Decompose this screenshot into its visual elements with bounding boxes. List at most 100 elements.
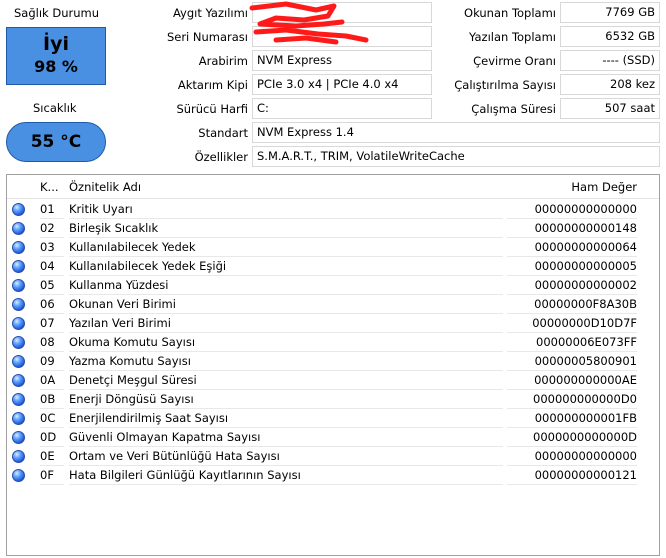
transfer-mode-field: PCIe 3.0 x4 | PCIe 4.0 x4	[252, 74, 432, 95]
attribute-name: Yazma Komutu Sayısı	[69, 352, 503, 371]
temperature-label: Sıcaklık	[33, 101, 77, 115]
table-row[interactable]: 09 Yazma Komutu Sayısı 00000005800901	[7, 352, 659, 371]
power-on-hours-label: Çalışma Süresi	[471, 102, 556, 116]
attribute-id: 08	[40, 333, 64, 352]
attribute-name: Hata Bilgileri Günlüğü Kayıtlarının Sayı…	[69, 466, 503, 485]
attribute-id: 02	[40, 219, 64, 238]
attribute-id: 0C	[40, 409, 64, 428]
status-orb-icon	[12, 412, 25, 425]
standard-field: NVM Express 1.4	[252, 122, 660, 143]
table-row[interactable]: 0C Enerjilendirilmiş Saat Sayısı 000000000…	[7, 409, 659, 428]
power-on-count-field: 208 kez	[560, 74, 660, 95]
drive-letter-field: C:	[252, 98, 432, 119]
attribute-raw-value: 00000000000121	[507, 466, 637, 485]
rotation-rate-label: Çevirme Oranı	[473, 54, 556, 68]
rotation-rate-field: ---- (SSD)	[560, 50, 660, 71]
table-row[interactable]: 0A Denetçi Meşgul Süresi 000000000000AE	[7, 371, 659, 390]
status-orb-icon	[12, 450, 25, 463]
attribute-raw-value: 0000000000000D	[507, 428, 637, 447]
health-status-box[interactable]: İyi 98 %	[6, 27, 106, 85]
table-row[interactable]: 08 Okuma Komutu Sayısı 00000006E073FF	[7, 333, 659, 352]
attribute-raw-value: 00000000000064	[507, 238, 637, 257]
attribute-raw-value: 000000000000AE	[507, 371, 637, 390]
column-header-id[interactable]: K...	[40, 175, 59, 199]
attribute-raw-value: 00000000F8A30B	[507, 295, 637, 314]
interface-label: Arabirim	[198, 54, 248, 68]
temperature-box[interactable]: 55 °C	[6, 122, 106, 162]
standard-label: Standart	[198, 126, 248, 140]
column-header-attribute-name[interactable]: Öznitelik Adı	[69, 175, 141, 199]
attribute-name: Okunan Veri Birimi	[69, 295, 503, 314]
table-row[interactable]: 04 Kullanılabilecek Yedek Eşiği 0000000000…	[7, 257, 659, 276]
table-row[interactable]: 07 Yazılan Veri Birimi 00000000D10D7F	[7, 314, 659, 333]
attribute-name: Kullanma Yüzdesi	[69, 276, 503, 295]
host-writes-label: Yazılan Toplamı	[469, 30, 556, 44]
status-orb-icon	[12, 203, 25, 216]
attribute-name: Ortam ve Veri Bütünlüğü Hata Sayısı	[69, 447, 503, 466]
health-status: İyi	[43, 33, 69, 55]
attribute-name: Kritik Uyarı	[69, 200, 503, 219]
redaction-scribble	[249, 1, 369, 45]
attribute-id: 04	[40, 257, 64, 276]
attribute-raw-value: 00000000D10D7F	[507, 314, 637, 333]
column-header-raw-value[interactable]: Ham Değer	[571, 175, 637, 199]
serial-label: Seri Numarası	[166, 30, 248, 44]
features-label: Özellikler	[194, 150, 248, 164]
table-row[interactable]: 0F Hata Bilgileri Günlüğü Kayıtlarının Sa…	[7, 466, 659, 485]
status-orb-icon	[12, 336, 25, 349]
health-percent: 98 %	[34, 57, 78, 76]
host-reads-label: Okunan Toplamı	[464, 6, 556, 20]
table-row[interactable]: 05 Kullanma Yüzdesi 00000000000002	[7, 276, 659, 295]
attribute-name: Kullanılabilecek Yedek	[69, 238, 503, 257]
status-orb-icon	[12, 241, 25, 254]
table-row[interactable]: 02 Birleşik Sıcaklık 00000000000148	[7, 219, 659, 238]
interface-field: NVM Express	[252, 50, 432, 71]
attribute-raw-value: 00000000000148	[507, 219, 637, 238]
status-orb-icon	[12, 355, 25, 368]
attribute-name: Enerjilendirilmiş Saat Sayısı	[69, 409, 503, 428]
attribute-raw-value: 00000000000002	[507, 276, 637, 295]
smart-attribute-table[interactable]: K... Öznitelik Adı Ham Değer 01 Kritik Uy…	[6, 174, 660, 556]
attribute-id: 03	[40, 238, 64, 257]
attribute-id: 01	[40, 200, 64, 219]
drive-letter-label: Sürücü Harfi	[176, 102, 248, 116]
attribute-name: Birleşik Sıcaklık	[69, 219, 503, 238]
attribute-id: 0A	[40, 371, 64, 390]
attribute-id: 06	[40, 295, 64, 314]
transfer-mode-label: Aktarım Kipi	[177, 78, 248, 92]
attribute-id: 0B	[40, 390, 64, 409]
table-row[interactable]: 0E Ortam ve Veri Bütünlüğü Hata Sayısı 000…	[7, 447, 659, 466]
attribute-name: Okuma Komutu Sayısı	[69, 333, 503, 352]
attribute-id: 0E	[40, 447, 64, 466]
attribute-raw-value: 00000006E073FF	[507, 333, 637, 352]
attribute-name: Yazılan Veri Birimi	[69, 314, 503, 333]
status-orb-icon	[12, 260, 25, 273]
table-row[interactable]: 01 Kritik Uyarı 00000000000000	[7, 200, 659, 219]
attribute-name: Denetçi Meşgul Süresi	[69, 371, 503, 390]
attribute-id: 05	[40, 276, 64, 295]
host-writes-field: 6532 GB	[560, 26, 660, 47]
status-orb-icon	[12, 298, 25, 311]
attribute-id: 0D	[40, 428, 64, 447]
attribute-raw-value: 000000000000D0	[507, 390, 637, 409]
health-label: Sağlık Durumu	[14, 6, 100, 20]
power-on-count-label: Çalıştırılma Sayısı	[454, 78, 556, 92]
attribute-raw-value: 00000000000000	[507, 200, 637, 219]
status-orb-icon	[12, 469, 25, 482]
status-orb-icon	[12, 393, 25, 406]
attribute-name: Kullanılabilecek Yedek Eşiği	[69, 257, 503, 276]
table-row[interactable]: 03 Kullanılabilecek Yedek 00000000000064	[7, 238, 659, 257]
attribute-raw-value: 000000000001FB	[507, 409, 637, 428]
table-row[interactable]: 0D Güvenli Olmayan Kapatma Sayısı 00000000…	[7, 428, 659, 447]
attribute-id: 07	[40, 314, 64, 333]
attribute-raw-value: 00000005800901	[507, 352, 637, 371]
features-field: S.M.A.R.T., TRIM, VolatileWriteCache	[252, 146, 660, 167]
table-row[interactable]: 0B Enerji Döngüsü Sayısı 000000000000D0	[7, 390, 659, 409]
host-reads-field: 7769 GB	[560, 2, 660, 23]
table-row[interactable]: 06 Okunan Veri Birimi 00000000F8A30B	[7, 295, 659, 314]
table-header: K... Öznitelik Adı Ham Değer	[7, 175, 659, 199]
firmware-label: Aygıt Yazılımı	[172, 6, 248, 20]
attribute-raw-value: 00000000000000	[507, 447, 637, 466]
attribute-id: 0F	[40, 466, 64, 485]
attribute-name: Güvenli Olmayan Kapatma Sayısı	[69, 428, 503, 447]
